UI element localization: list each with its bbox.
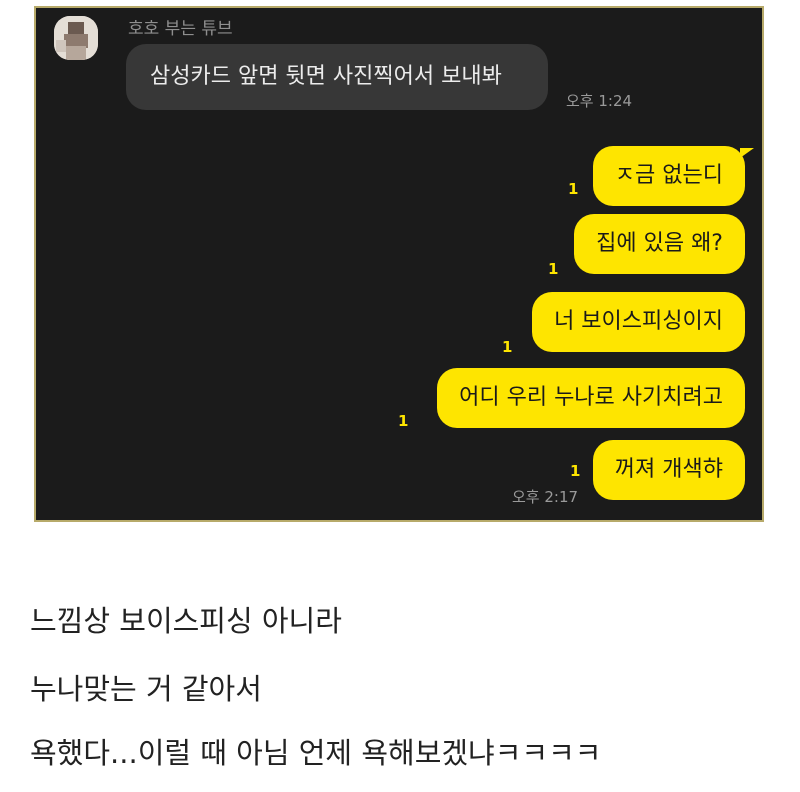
sent-message[interactable]: 어디 우리 누나로 사기치려고 — [437, 368, 745, 428]
bubble-tail — [740, 148, 754, 158]
unread-count: 1 — [570, 462, 581, 480]
unread-count: 1 — [568, 180, 579, 198]
sent-message-text: 너 보이스피싱이지 — [554, 309, 723, 334]
unread-count: 1 — [548, 260, 559, 278]
sender-name: 호호 부는 튜브 — [128, 19, 233, 39]
message-time: 오후 1:24 — [566, 92, 633, 110]
avatar[interactable] — [54, 16, 98, 60]
sent-message[interactable]: 꺼져 개색햐 — [592, 440, 745, 500]
chat-screenshot: 호호 부는 튜브 삼성카드 앞면 뒷면 사진찍어서 보내봐 오후 1:24 ㅈ금… — [34, 6, 764, 522]
caption-line: 욕했다...이럴 때 아님 언제 욕해보겠냐ㅋㅋㅋㅋ — [30, 736, 602, 770]
unread-count: 1 — [502, 338, 513, 356]
caption-line: 느낌상 보이스피싱 아니라 — [30, 604, 342, 638]
sent-message[interactable]: 집에 있음 왜? — [574, 214, 745, 274]
received-message[interactable]: 삼성카드 앞면 뒷면 사진찍어서 보내봐 — [126, 44, 548, 110]
sent-message-text: 집에 있음 왜? — [596, 231, 723, 256]
sent-message[interactable]: 너 보이스피싱이지 — [532, 292, 745, 352]
sent-message-text: 꺼져 개색햐 — [614, 457, 723, 482]
unread-count: 1 — [398, 412, 409, 430]
caption-line: 누나맞는 거 같아서 — [30, 672, 262, 706]
sent-message[interactable]: ㅈ금 없는디 — [592, 146, 754, 206]
sent-message-text: ㅈ금 없는디 — [614, 163, 723, 188]
message-time: 오후 2:17 — [512, 488, 579, 506]
sent-message-text: 어디 우리 누나로 사기치려고 — [459, 385, 723, 410]
